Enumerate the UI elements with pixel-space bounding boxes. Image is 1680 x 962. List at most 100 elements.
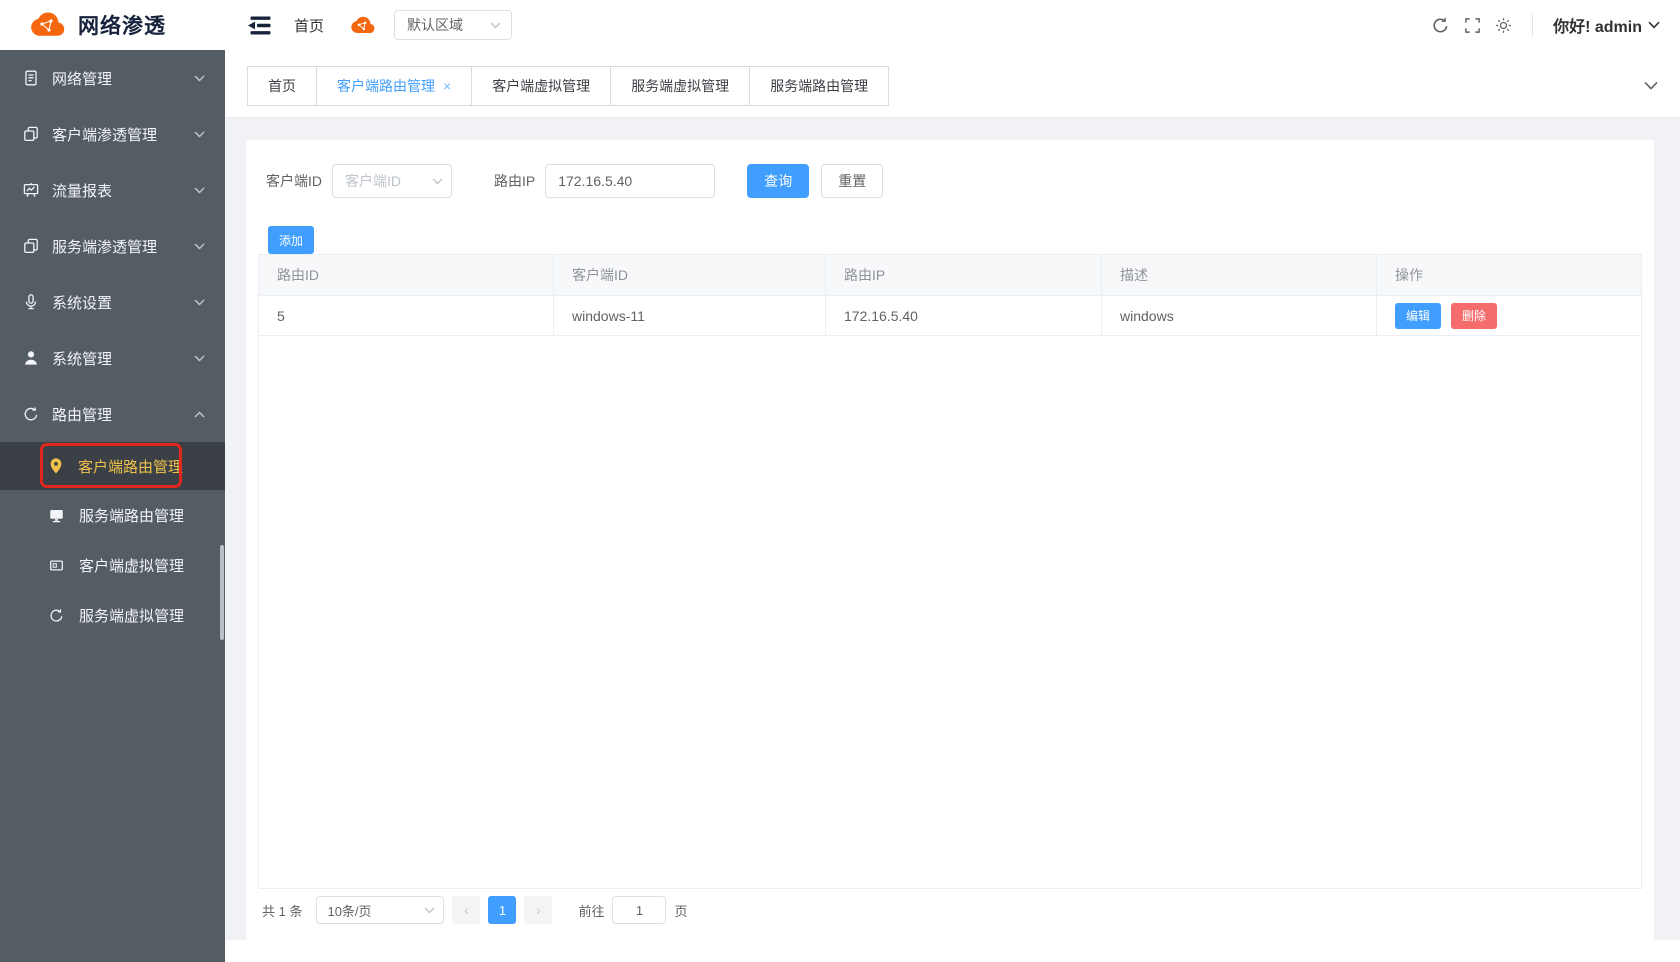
- chevron-down-icon: [424, 907, 435, 914]
- chevron-up-icon: [194, 411, 205, 418]
- next-page-button[interactable]: ›: [524, 896, 552, 924]
- client-id-label: 客户端ID: [266, 171, 322, 191]
- cloud-logo-icon: [24, 10, 66, 40]
- top-navbar: 首页 默认区域: [225, 0, 1680, 50]
- card-icon: [48, 557, 65, 574]
- tab-close-icon[interactable]: ×: [443, 79, 451, 93]
- breadcrumb[interactable]: 首页: [294, 15, 324, 36]
- refresh-icon: [1431, 16, 1450, 35]
- sidebar-item-client-pen-mgmt[interactable]: 客户端渗透管理: [0, 106, 225, 162]
- prev-page-button[interactable]: ‹: [452, 896, 480, 924]
- sidebar-item-system-settings[interactable]: 系统设置: [0, 274, 225, 330]
- app-title: 网络渗透: [78, 10, 166, 40]
- cell-route-ip: 172.16.5.40: [826, 295, 1102, 336]
- edit-button[interactable]: 编辑: [1395, 303, 1441, 329]
- chevron-down-icon: [194, 355, 205, 362]
- fullscreen-icon: [1464, 17, 1481, 34]
- sidebar-item-label: 服务端渗透管理: [52, 236, 194, 257]
- content-area: 客户端ID 客户端ID 路由IP 查询 重置 添加 路由ID: [225, 118, 1680, 940]
- search-button[interactable]: 查询: [747, 164, 809, 198]
- region-select-value: 默认区域: [407, 15, 463, 35]
- chevron-down-icon: [194, 131, 205, 138]
- chevron-down-icon: [1644, 81, 1658, 90]
- main-area: 首页 默认区域: [225, 0, 1680, 962]
- sidebar-item-label: 系统设置: [52, 292, 194, 313]
- table-header-row: 路由ID 客户端ID 路由IP 描述 操作: [259, 254, 1641, 295]
- tab-label: 服务端路由管理: [770, 76, 868, 96]
- navbar-left: 首页 默认区域: [247, 10, 512, 40]
- sidebar-item-label: 系统管理: [52, 348, 194, 369]
- page-number-1[interactable]: 1: [488, 896, 516, 924]
- filter-row: 客户端ID 客户端ID 路由IP 查询 重置: [258, 164, 1642, 198]
- location-pin-icon: [48, 457, 64, 475]
- document-icon: [22, 69, 40, 87]
- tab-label: 客户端路由管理: [337, 76, 435, 96]
- sidebar-subitem-server-virtual-mgmt[interactable]: 服务端虚拟管理: [0, 590, 225, 640]
- pagination-total: 共 1 条: [262, 901, 302, 920]
- tabs: 首页 客户端路由管理 × 客户端虚拟管理 服务端虚拟管理 服务端路由管理: [247, 66, 889, 117]
- sidebar-item-label: 流量报表: [52, 180, 194, 201]
- route-ip-input[interactable]: [545, 164, 715, 198]
- pagination: 共 1 条 10条/页 ‹ 1 › 前往 页: [258, 896, 1642, 924]
- tab-bar: 首页 客户端路由管理 × 客户端虚拟管理 服务端虚拟管理 服务端路由管理: [225, 50, 1680, 118]
- refresh-button[interactable]: [1431, 16, 1450, 35]
- sidebar: 网络渗透 网络管理 客户端渗透管理: [0, 0, 225, 962]
- sidebar-subitem-label: 客户端虚拟管理: [79, 555, 184, 576]
- table-empty-space: [259, 336, 1641, 888]
- sidebar-item-system-mgmt[interactable]: 系统管理: [0, 330, 225, 386]
- user-menu[interactable]: 你好! admin: [1553, 13, 1660, 37]
- sidebar-item-server-pen-mgmt[interactable]: 服务端渗透管理: [0, 218, 225, 274]
- microphone-icon: [22, 293, 40, 311]
- sidebar-scrollbar[interactable]: [220, 545, 224, 640]
- goto-label: 前往: [578, 901, 604, 920]
- sidebar-subitem-label: 服务端路由管理: [79, 505, 184, 526]
- content-card: 客户端ID 客户端ID 路由IP 查询 重置 添加 路由ID: [246, 140, 1654, 940]
- tab-server-virtual-mgmt[interactable]: 服务端虚拟管理: [610, 66, 750, 106]
- sidebar-item-label: 网络管理: [52, 68, 194, 89]
- page-size-select[interactable]: 10条/页: [316, 896, 444, 924]
- add-button[interactable]: 添加: [268, 226, 314, 254]
- tab-options-button[interactable]: [1644, 77, 1658, 95]
- tab-server-route-mgmt[interactable]: 服务端路由管理: [749, 66, 889, 106]
- sidebar-item-network-mgmt[interactable]: 网络管理: [0, 50, 225, 106]
- fullscreen-button[interactable]: [1464, 17, 1481, 34]
- cell-route-id: 5: [259, 295, 554, 336]
- page-suffix-label: 页: [674, 901, 687, 920]
- sidebar-item-label: 路由管理: [52, 404, 194, 425]
- tab-client-virtual-mgmt[interactable]: 客户端虚拟管理: [471, 66, 611, 106]
- chart-board-icon: [22, 181, 40, 199]
- reset-button[interactable]: 重置: [821, 164, 883, 198]
- sidebar-item-route-mgmt[interactable]: 路由管理: [0, 386, 225, 442]
- hamburger-collapse-icon: [247, 15, 272, 36]
- cell-description: windows: [1102, 295, 1377, 336]
- user-icon: [22, 349, 40, 367]
- sidebar-subitem-label: 服务端虚拟管理: [79, 605, 184, 626]
- sun-icon: [1495, 17, 1512, 34]
- page-size-value: 10条/页: [327, 901, 371, 920]
- chevron-down-icon: [1648, 21, 1660, 29]
- cloud-status-icon: [346, 15, 376, 36]
- route-ip-label: 路由IP: [494, 171, 535, 191]
- table-header-actions: 操作: [1377, 255, 1641, 295]
- sidebar-item-traffic-report[interactable]: 流量报表: [0, 162, 225, 218]
- goto-page-input[interactable]: [612, 896, 666, 924]
- cell-actions: 编辑 删除: [1377, 295, 1641, 336]
- delete-button[interactable]: 删除: [1451, 303, 1497, 329]
- greeting-text: 你好! admin: [1553, 13, 1642, 37]
- region-select[interactable]: 默认区域: [394, 10, 512, 40]
- sidebar-subitem-client-virtual-mgmt[interactable]: 客户端虚拟管理: [0, 540, 225, 590]
- table-header-client-id: 客户端ID: [554, 255, 826, 295]
- sidebar-subitem-client-route-mgmt[interactable]: 客户端路由管理: [0, 442, 225, 490]
- sidebar-collapse-button[interactable]: [247, 15, 272, 36]
- sidebar-subitem-server-route-mgmt[interactable]: 服务端路由管理: [0, 490, 225, 540]
- tab-label: 服务端虚拟管理: [631, 76, 729, 96]
- theme-toggle-button[interactable]: [1495, 17, 1512, 34]
- table-header-route-ip: 路由IP: [826, 255, 1102, 295]
- refresh-icon: [22, 405, 40, 423]
- tab-home[interactable]: 首页: [247, 66, 317, 106]
- navbar-right: 你好! admin: [1431, 13, 1660, 37]
- tab-client-route-mgmt[interactable]: 客户端路由管理 ×: [316, 66, 472, 106]
- cell-client-id: windows-11: [554, 295, 826, 336]
- client-id-select[interactable]: 客户端ID: [332, 164, 452, 198]
- routes-table: 路由ID 客户端ID 路由IP 描述 操作 5 windows-11 172.1…: [258, 254, 1642, 889]
